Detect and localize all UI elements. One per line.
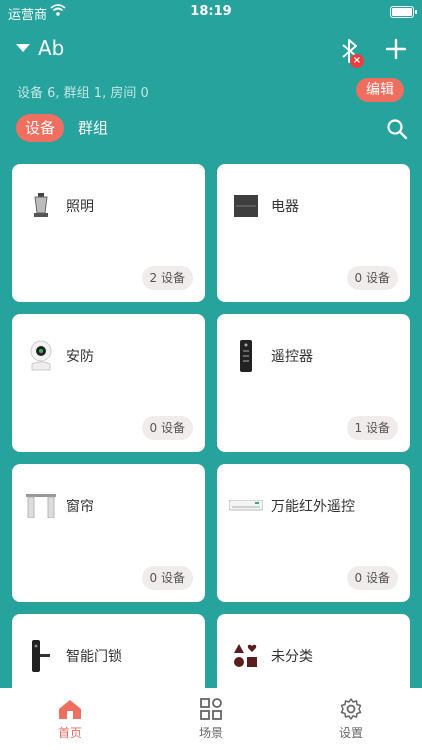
category-name: 照明: [66, 199, 94, 215]
category-card-appliance[interactable]: 电器 0 设备: [217, 164, 410, 302]
home-icon: [59, 700, 81, 719]
shapes-icon: [229, 642, 263, 670]
lamp-icon: [24, 192, 58, 220]
remote-icon: [229, 340, 263, 372]
appliance-icon: [229, 192, 263, 220]
category-card-universal-ir[interactable]: 万能红外遥控 0 设备: [217, 464, 410, 602]
device-count-badge: 2 设备: [141, 266, 193, 290]
scenes-grid-icon: [200, 698, 222, 720]
tab-devices[interactable]: 设备: [16, 114, 65, 142]
category-name: 未分类: [271, 649, 313, 665]
device-count-badge: 0 设备: [346, 266, 398, 290]
device-count-badge: 0 设备: [141, 416, 193, 440]
device-summary: 设备 6, 群组 1, 房间 0: [17, 86, 149, 101]
ac-unit-icon: [229, 492, 263, 520]
category-card-security[interactable]: 安防 0 设备: [12, 314, 205, 452]
device-count-badge: 0 设备: [141, 566, 193, 590]
category-name: 遥控器: [271, 349, 313, 365]
header: Ab ×: [0, 30, 422, 70]
caret-down-icon: [16, 44, 30, 52]
curtain-icon: [24, 492, 58, 520]
category-card-remote[interactable]: 遥控器 1 设备: [217, 314, 410, 452]
tab-label: 首页: [57, 726, 82, 740]
category-name: 安防: [66, 349, 94, 365]
battery-icon: [390, 6, 417, 18]
category-card-curtain[interactable]: 窗帘 0 设备: [12, 464, 205, 602]
tab-home[interactable]: 首页: [30, 698, 110, 741]
category-card-lighting[interactable]: 照明 2 设备: [12, 164, 205, 302]
tab-groups[interactable]: 群组: [78, 114, 108, 142]
category-name: 智能门锁: [66, 649, 122, 665]
tab-label: 设置: [338, 726, 363, 740]
device-count-badge: 1 设备: [346, 416, 398, 440]
edit-button[interactable]: 编辑: [356, 78, 404, 102]
home-name: Ab: [38, 36, 65, 60]
bluetooth-off-badge-icon: ×: [350, 54, 364, 68]
category-tabs: 设备 群组: [16, 114, 122, 142]
category-name: 万能红外遥控: [271, 499, 355, 515]
bottom-tab-bar: 首页 场景 设置: [0, 688, 422, 750]
gear-icon: [340, 698, 362, 720]
tab-scenes[interactable]: 场景: [171, 698, 251, 741]
add-icon[interactable]: [385, 38, 407, 60]
clock: 18:19: [190, 4, 232, 19]
door-lock-icon: [24, 640, 58, 672]
device-count-badge: 0 设备: [346, 566, 398, 590]
home-selector[interactable]: Ab: [16, 36, 64, 60]
camera-icon: [24, 340, 58, 371]
status-bar: 运营商 18:19: [0, 0, 422, 24]
category-name: 电器: [271, 199, 299, 215]
category-name: 窗帘: [66, 499, 94, 515]
tab-label: 场景: [198, 726, 223, 740]
search-icon[interactable]: [386, 118, 408, 140]
tab-settings[interactable]: 设置: [311, 698, 391, 741]
